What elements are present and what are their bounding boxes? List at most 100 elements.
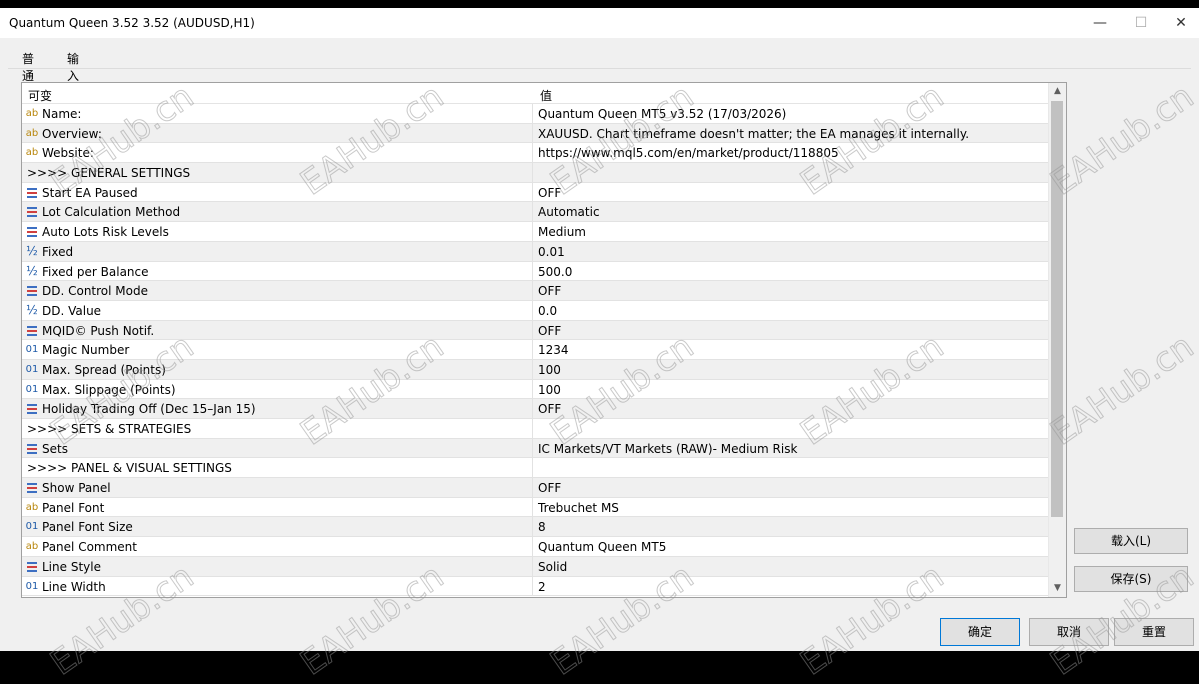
vertical-scrollbar[interactable]: ▲ ▼ (1048, 83, 1066, 597)
variable-cell: 01 Max. Spread (Points) (22, 359, 533, 379)
table-row[interactable]: Sets IC Markets/VT Markets (RAW)- Medium … (22, 438, 1048, 459)
table-row[interactable]: ab Panel Comment Quantum Queen MT5 (22, 537, 1048, 557)
title-bar: Quantum Queen 3.52 3.52 (AUDUSD,H1) — ☐ … (0, 8, 1199, 38)
enum-list-icon (25, 402, 39, 415)
variable-cell: Start EA Paused (22, 182, 533, 202)
table-row[interactable]: Auto Lots Risk Levels Medium (22, 222, 1048, 242)
variable-name: Fixed per Balance (42, 264, 149, 279)
table-row[interactable]: Show Panel OFF (22, 478, 1048, 498)
variable-name: Website: (42, 146, 94, 161)
value-cell[interactable]: OFF (538, 186, 561, 200)
table-row[interactable]: 01 Line Width 2 (22, 576, 1048, 597)
close-button[interactable]: ✕ (1161, 8, 1199, 38)
value-cell[interactable]: 0.0 (538, 304, 557, 318)
variable-cell: 01 Panel Font Size (22, 517, 533, 537)
variable-name: Max. Spread (Points) (42, 362, 166, 377)
section-row[interactable]: >>>> SETS & STRATEGIES (22, 419, 1048, 439)
table-row[interactable]: ab Overview: XAUUSD. Chart timeframe doesn… (22, 123, 1048, 144)
enum-list-icon (25, 284, 39, 297)
save-button[interactable]: 保存(S) (1074, 566, 1188, 592)
variable-cell: Lot Calculation Method (22, 202, 533, 222)
variable-name: DD. Value (42, 303, 102, 318)
table-row[interactable]: Holiday Trading Off (Dec 15–Jan 15) OFF (22, 399, 1048, 419)
cancel-button[interactable]: 取消 (1029, 618, 1109, 646)
string-type-icon: ab (25, 147, 39, 159)
value-cell[interactable]: OFF (538, 324, 561, 338)
top-strip (0, 0, 1199, 8)
enum-list-icon (25, 324, 39, 337)
table-row[interactable]: ab Website: https://www.mql5.com/en/market… (22, 143, 1048, 164)
value-cell[interactable]: 0.01 (538, 245, 565, 259)
section-row[interactable]: >>>> GENERAL SETTINGS (22, 163, 1048, 183)
variable-cell: Show Panel (22, 478, 533, 497)
variable-name: >>>> SETS & STRATEGIES (27, 422, 192, 436)
value-cell[interactable]: Trebuchet MS (538, 501, 619, 515)
table-row[interactable]: DD. Control Mode OFF (22, 281, 1048, 301)
grid-header: 可变 值 (22, 83, 1048, 104)
variable-name: >>>> GENERAL SETTINGS (27, 166, 191, 181)
section-row[interactable]: >>>> PANEL & VISUAL SETTINGS (22, 458, 1048, 479)
variable-name: Panel Font Size (42, 520, 133, 535)
scrollbar-thumb[interactable] (1051, 101, 1063, 517)
table-row[interactable]: 01 Panel Font Size 8 (22, 517, 1048, 538)
value-cell[interactable]: 500.0 (538, 265, 572, 279)
variable-cell: ½ DD. Value (22, 300, 533, 320)
variable-name: Holiday Trading Off (Dec 15–Jan 15) (42, 402, 256, 417)
maximize-button[interactable]: ☐ (1121, 8, 1161, 38)
value-cell[interactable]: https://www.mql5.com/en/market/product/1… (538, 146, 839, 160)
table-row[interactable]: ½ DD. Value 0.0 (22, 300, 1048, 321)
reset-button[interactable]: 重置 (1114, 618, 1194, 646)
value-cell[interactable]: IC Markets/VT Markets (RAW)- Medium Risk (538, 442, 797, 456)
variable-cell: MQID© Push Notif. (22, 320, 533, 340)
column-header-value[interactable]: 值 (540, 87, 552, 104)
variable-cell: >>>> PANEL & VISUAL SETTINGS (22, 458, 533, 478)
table-row[interactable]: 01 Max. Slippage (Points) 100 (22, 379, 1048, 400)
table-row[interactable]: ab Name: Quantum Queen MT5 v3.52 (17/03/20… (22, 104, 1048, 124)
value-cell[interactable]: 8 (538, 520, 546, 534)
table-row[interactable]: Line Style Solid (22, 556, 1048, 577)
value-cell[interactable]: Quantum Queen MT5 (538, 540, 666, 554)
tab-general[interactable]: 普通 (22, 50, 34, 84)
value-cell[interactable]: Quantum Queen MT5 v3.52 (17/03/2026) (538, 107, 786, 121)
table-row[interactable]: 01 Max. Spread (Points) 100 (22, 359, 1048, 380)
variable-name: Fixed (42, 244, 74, 259)
variable-name: Show Panel (42, 481, 111, 496)
table-row[interactable]: MQID© Push Notif. OFF (22, 320, 1048, 341)
value-cell[interactable]: 100 (538, 383, 561, 397)
enum-list-icon (25, 560, 39, 573)
grid-rows: ab Name: Quantum Queen MT5 v3.52 (17/03/20… (22, 104, 1048, 597)
value-cell[interactable]: Solid (538, 560, 567, 574)
value-cell[interactable]: 2 (538, 580, 546, 594)
table-row[interactable]: ½ Fixed 0.01 (22, 241, 1048, 262)
value-cell[interactable]: 1234 (538, 343, 569, 357)
variable-cell: ½ Fixed per Balance (22, 261, 533, 281)
value-cell[interactable]: 100 (538, 363, 561, 377)
column-header-variable[interactable]: 可变 (28, 87, 52, 104)
value-cell[interactable]: OFF (538, 481, 561, 495)
table-row[interactable]: Lot Calculation Method Automatic (22, 202, 1048, 223)
table-row[interactable]: Start EA Paused OFF (22, 182, 1048, 203)
ok-button[interactable]: 确定 (940, 618, 1020, 646)
table-row[interactable]: 01 Magic Number 1234 (22, 340, 1048, 360)
scroll-down-icon[interactable]: ▼ (1049, 580, 1066, 597)
table-row[interactable]: ½ Fixed per Balance 500.0 (22, 261, 1048, 282)
tab-divider (8, 68, 1191, 69)
value-cell[interactable]: OFF (538, 284, 561, 298)
variable-name: Lot Calculation Method (42, 205, 181, 220)
enum-list-icon (25, 205, 39, 218)
window-title: Quantum Queen 3.52 3.52 (AUDUSD,H1) (9, 16, 255, 30)
value-cell[interactable]: XAUUSD. Chart timeframe doesn't matter; … (538, 127, 969, 141)
variable-name: Panel Comment (42, 540, 137, 555)
minimize-button[interactable]: — (1080, 8, 1120, 38)
value-cell[interactable]: Automatic (538, 205, 600, 219)
load-button[interactable]: 载入(L) (1074, 528, 1188, 554)
variable-cell: ab Panel Font (22, 497, 533, 517)
variable-cell: ab Panel Comment (22, 537, 533, 556)
scroll-up-icon[interactable]: ▲ (1049, 83, 1066, 100)
variable-cell: ab Name: (22, 104, 533, 123)
variable-name: Line Width (42, 579, 106, 594)
variable-cell: >>>> SETS & STRATEGIES (22, 419, 533, 438)
value-cell[interactable]: Medium (538, 225, 586, 239)
value-cell[interactable]: OFF (538, 402, 561, 416)
table-row[interactable]: ab Panel Font Trebuchet MS (22, 497, 1048, 518)
